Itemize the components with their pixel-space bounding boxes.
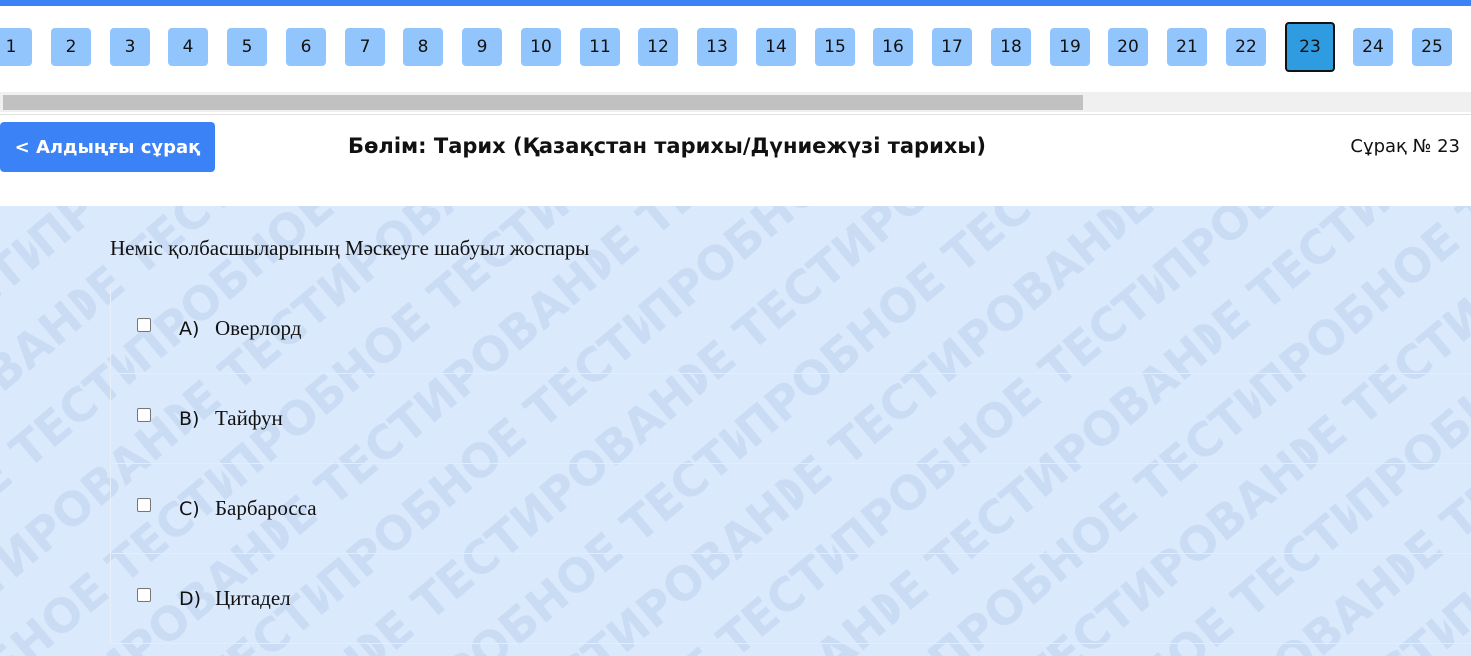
question-nav-9[interactable]: 9 <box>462 28 502 66</box>
question-nav-14[interactable]: 14 <box>756 28 796 66</box>
answer-option-a[interactable]: A) Оверлорд <box>110 284 1471 374</box>
question-nav-17[interactable]: 17 <box>932 28 972 66</box>
question-nav-25[interactable]: 25 <box>1412 28 1452 66</box>
question-nav-18[interactable]: 18 <box>991 28 1031 66</box>
horizontal-scrollbar[interactable] <box>0 92 1471 112</box>
answer-checkbox-a[interactable] <box>137 318 151 332</box>
answer-option-d[interactable]: D) Цитадел <box>110 554 1471 644</box>
question-nav-10[interactable]: 10 <box>521 28 561 66</box>
question-nav-16[interactable]: 16 <box>873 28 913 66</box>
answer-option-b[interactable]: B) Тайфун <box>110 374 1471 464</box>
scrollbar-thumb[interactable] <box>3 95 1083 110</box>
answer-text: Тайфун <box>215 406 283 430</box>
answer-text: Оверлорд <box>215 316 302 340</box>
question-nav-13[interactable]: 13 <box>697 28 737 66</box>
answer-checkbox-b[interactable] <box>137 408 151 422</box>
divider <box>0 114 1471 115</box>
question-nav-4[interactable]: 4 <box>168 28 208 66</box>
question-nav-12[interactable]: 12 <box>638 28 678 66</box>
question-nav-3[interactable]: 3 <box>110 28 150 66</box>
question-nav-7[interactable]: 7 <box>345 28 385 66</box>
answer-checkbox-c[interactable] <box>137 498 151 512</box>
question-navigator: 1 2 3 4 5 6 7 8 9 10 11 12 13 14 15 16 1… <box>0 6 1471 92</box>
question-nav-19[interactable]: 19 <box>1050 28 1090 66</box>
previous-question-button[interactable]: < Алдыңғы сұрақ <box>0 122 215 172</box>
question-nav-8[interactable]: 8 <box>403 28 443 66</box>
answer-letter: C) <box>179 498 200 520</box>
answer-option-c[interactable]: C) Барбаросса <box>110 464 1471 554</box>
question-nav-21[interactable]: 21 <box>1167 28 1207 66</box>
answer-letter: B) <box>179 408 200 430</box>
question-area: ПРОБНОЕ ТЕСТИРОВАНИЕ ПРОБНОЕ ТЕСТИРОВАНИ… <box>0 206 1471 656</box>
question-nav-6[interactable]: 6 <box>286 28 326 66</box>
question-nav-20[interactable]: 20 <box>1108 28 1148 66</box>
question-nav-24[interactable]: 24 <box>1353 28 1393 66</box>
question-nav-5[interactable]: 5 <box>227 28 267 66</box>
answer-text: Барбаросса <box>215 496 317 520</box>
answer-letter: D) <box>179 588 202 610</box>
section-title: Бөлім: Тарих (Қазақстан тарихы/Дүниежүзі… <box>348 134 986 158</box>
answer-checkbox-d[interactable] <box>137 588 151 602</box>
question-nav-22[interactable]: 22 <box>1226 28 1266 66</box>
question-number: Сұрақ № 23 <box>1350 136 1460 157</box>
question-nav-2[interactable]: 2 <box>51 28 91 66</box>
question-text: Неміс қолбасшыларының Мәскеуге шабуыл жо… <box>110 236 590 260</box>
question-nav-1[interactable]: 1 <box>0 28 32 66</box>
question-nav-15[interactable]: 15 <box>815 28 855 66</box>
answer-text: Цитадел <box>215 586 291 610</box>
question-nav-23-active[interactable]: 23 <box>1285 22 1335 72</box>
question-nav-11[interactable]: 11 <box>580 28 620 66</box>
answer-letter: A) <box>179 318 200 340</box>
answer-options: A) Оверлорд B) Тайфун C) Барбаросса D) Ц… <box>110 284 1471 644</box>
